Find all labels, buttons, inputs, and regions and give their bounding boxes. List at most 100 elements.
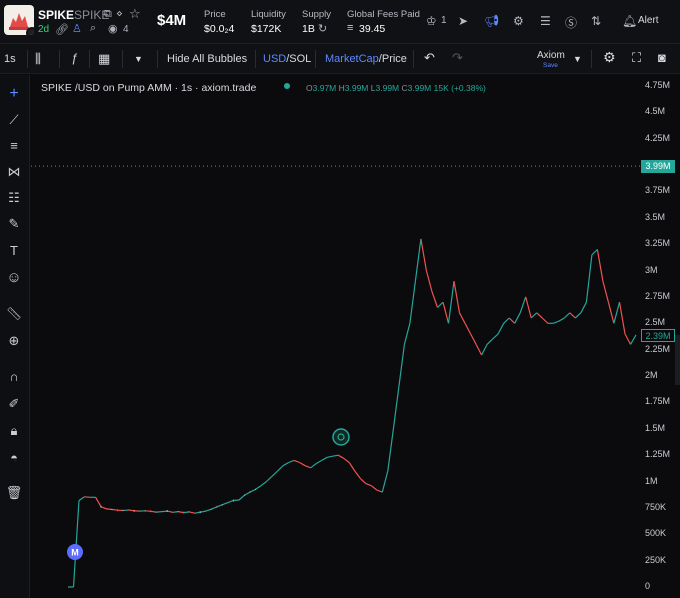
list-icon[interactable]: ☰: [540, 14, 551, 28]
price-line-segment: [211, 506, 218, 510]
crown-icon[interactable]: ♔: [426, 14, 437, 28]
price-line-segment: [392, 386, 400, 429]
price-line-segment: [78, 496, 85, 501]
chart-legend-title: SPIKE /USD on Pump AMM · 1s · axiom.trad…: [41, 82, 257, 94]
supply-value: 1B: [302, 23, 315, 35]
price-line-segment: [514, 312, 521, 324]
chevron-down-icon[interactable]: ▼: [573, 54, 582, 64]
price-line-segment: [569, 312, 576, 319]
price-line-segment: [519, 296, 527, 313]
eye-toggle-icon[interactable]: ◓: [4, 448, 24, 468]
camera-icon[interactable]: ◙: [658, 50, 666, 65]
current-price-tag: 3.99M: [641, 160, 675, 174]
interval-button[interactable]: 1s: [4, 53, 16, 65]
divider: [59, 50, 60, 68]
scrollbar[interactable]: [675, 335, 680, 385]
price-line-segment: [585, 254, 593, 303]
price-line-segment: [596, 249, 604, 282]
change-value: 15K (+0.38%): [433, 83, 486, 93]
trash-icon[interactable]: 🗑︎: [4, 483, 24, 503]
price-line-segment: [431, 291, 439, 308]
emoji-icon[interactable]: ☺: [4, 268, 24, 288]
fullscreen-icon[interactable]: ⛶: [632, 50, 641, 66]
price-line-segment: [244, 491, 251, 496]
search-icon[interactable]: ⌕: [90, 22, 96, 35]
dollar-icon[interactable]: Ⓢ: [565, 14, 577, 31]
layout-grid-icon[interactable]: ▦: [98, 51, 110, 67]
currency-sol[interactable]: /SOL: [286, 53, 311, 65]
price-line-segment: [337, 454, 344, 459]
price-line-segment: [233, 499, 240, 502]
pattern-icon[interactable]: ⋈: [4, 162, 24, 182]
last-price-tag: 2.39M: [641, 328, 675, 342]
price-line-segment: [508, 317, 516, 324]
price-tick-label: 3.25M: [645, 238, 671, 249]
megaphone-icon[interactable]: 📢︎: [484, 14, 499, 28]
divider: [89, 50, 90, 68]
chart-canvas[interactable]: M: [31, 75, 640, 598]
indicators-icon[interactable]: ƒ: [71, 51, 78, 65]
price-line-segment: [486, 338, 494, 345]
user-icon[interactable]: ♙: [72, 22, 82, 35]
redo-icon[interactable]: ↷: [452, 50, 463, 66]
price-line-segment: [327, 455, 333, 458]
price-line-segment: [216, 504, 223, 508]
solana-icon: ≡: [347, 22, 354, 34]
candle-type-icon[interactable]: ⫼: [35, 51, 41, 67]
price-tick-label: 3.75M: [645, 185, 671, 196]
layout-name[interactable]: Axiom: [537, 50, 565, 61]
share-icon[interactable]: ⋄: [116, 7, 123, 20]
price-tick-label: 2.5M: [645, 317, 666, 328]
alert-button[interactable]: Alert: [638, 15, 659, 26]
price-tick-label: 2.25M: [645, 343, 671, 354]
brush-icon[interactable]: ✎: [4, 214, 24, 234]
price-line-segment: [255, 485, 262, 490]
price-line-segment: [145, 510, 151, 512]
fees-label: Global Fees Paid: [347, 9, 420, 20]
token-name: SPIKE: [38, 8, 75, 22]
lock-drawing-icon[interactable]: ✐: [4, 394, 24, 414]
magnet-icon[interactable]: ∩: [4, 367, 24, 387]
text-icon[interactable]: T: [4, 241, 24, 261]
copy-icon[interactable]: ⧉: [104, 8, 112, 21]
crown-count: 1: [441, 15, 447, 26]
price-line-segment: [376, 489, 383, 493]
fib-levels-icon[interactable]: ☷: [4, 188, 24, 208]
price-line-segment: [112, 508, 118, 511]
hide-bubbles-button[interactable]: Hide All Bubbles: [167, 53, 247, 65]
horizontal-lines-icon[interactable]: ≡: [4, 136, 24, 156]
liquidity-label: Liquidity: [251, 9, 286, 20]
bell-icon[interactable]: 🔔︎: [622, 14, 637, 28]
settings-icon[interactable]: ⚙: [513, 14, 524, 28]
undo-icon[interactable]: ↶: [424, 50, 435, 66]
price-line-segment: [343, 457, 350, 463]
price-line-segment: [470, 333, 477, 345]
chevron-down-icon[interactable]: ▼: [134, 54, 143, 64]
currency-usd[interactable]: USD: [263, 53, 286, 65]
zoom-in-icon[interactable]: ⊕: [4, 331, 24, 351]
ruler-icon[interactable]: 📏︎: [4, 304, 24, 324]
liquidity-value: $172K: [251, 23, 282, 35]
mode-toggle[interactable]: MarketCap/Price: [325, 53, 407, 65]
refresh-icon[interactable]: ↻: [318, 22, 327, 35]
swap-icon[interactable]: ⇅: [591, 14, 601, 28]
price-line-segment: [123, 509, 129, 512]
mode-price[interactable]: /Price: [379, 53, 407, 65]
layout-save[interactable]: Save: [543, 62, 558, 69]
mode-marketcap[interactable]: MarketCap: [325, 53, 379, 65]
price-line-segment: [310, 463, 317, 469]
low-value: 3.99M: [375, 83, 400, 93]
lock-icon[interactable]: 🔒︎: [4, 421, 24, 441]
price-line-segment: [293, 459, 300, 464]
chart-settings-icon[interactable]: ⚙: [603, 49, 616, 66]
trend-line-icon[interactable]: ⟋: [4, 110, 24, 130]
link-icon[interactable]: 🔗︎: [55, 23, 69, 36]
currency-toggle[interactable]: USD/SOL: [263, 53, 311, 65]
star-icon[interactable]: ☆: [129, 6, 141, 22]
telegram-icon[interactable]: ➤: [458, 14, 468, 28]
price-line-segment: [580, 301, 587, 314]
price-chart[interactable]: M: [31, 75, 640, 598]
price-line-segment: [437, 301, 444, 308]
crosshair-icon[interactable]: +: [4, 84, 24, 104]
eye-icon[interactable]: ◉: [108, 22, 118, 35]
